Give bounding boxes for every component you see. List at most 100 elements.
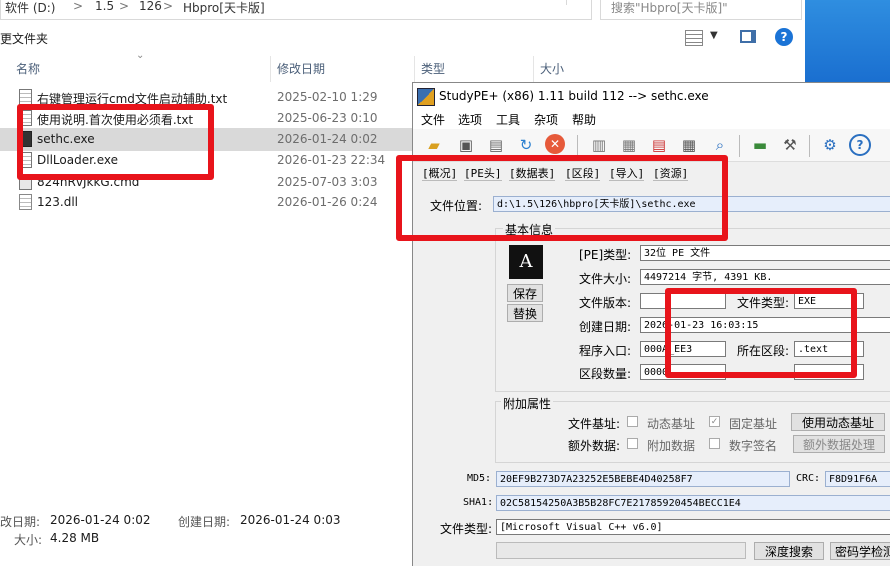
use-dynamic-base-button[interactable]: 使用动态基址 <box>791 413 885 431</box>
annotation-highlight-type-section <box>665 288 857 378</box>
address-separator: > <box>119 0 130 13</box>
save-icon[interactable]: ▣ <box>455 134 477 156</box>
chevron-down-icon[interactable]: ▼ <box>710 30 718 41</box>
document-icon[interactable]: ▦ <box>618 134 640 156</box>
compiler-label: 文件类型: <box>440 522 493 536</box>
dll-file-icon <box>19 194 32 210</box>
extra-data-label: 额外数据: <box>568 439 621 453</box>
file-size-label: 文件大小: <box>579 272 632 286</box>
details-created-value: 2026-01-24 0:03 <box>240 513 341 527</box>
toolbar-separator <box>739 135 740 157</box>
digital-sign-label: 数字签名 <box>729 439 778 453</box>
refresh-icon[interactable]: ↻ <box>515 134 537 156</box>
window-title: StudyPE+ (x86) 1.11 build 112 --> sethc.… <box>439 89 709 103</box>
close-icon[interactable]: ✕ <box>545 134 565 154</box>
column-divider[interactable] <box>270 56 271 82</box>
file-date: 2026-01-26 0:24 <box>277 195 378 209</box>
image-icon[interactable]: ▤ <box>648 134 670 156</box>
pe-logo-icon: A <box>509 245 543 279</box>
pe-type-field[interactable]: 32位 PE 文件 <box>640 245 890 261</box>
address-folder-1[interactable]: 1.5 <box>95 0 114 13</box>
column-header-size[interactable]: 大小 <box>540 60 564 77</box>
address-bar[interactable]: 软件 (D:) > 1.5 > 126 > Hbpro[天卡版] ↻ <box>0 0 592 20</box>
details-modified-value: 2026-01-24 0:02 <box>50 513 151 527</box>
md5-field[interactable]: 20EF9B273D7A23252E5BEBE4D40258F7 <box>496 471 790 487</box>
fixed-base-checkbox[interactable]: ✓ <box>709 416 720 427</box>
tools-icon[interactable]: ⚒ <box>779 134 801 156</box>
column-header-name[interactable]: 名称 <box>16 60 40 77</box>
app-icon <box>417 88 435 106</box>
help-icon[interactable]: ? <box>849 134 871 156</box>
search-input[interactable]: 搜索"Hbpro[天卡版]" <box>600 0 802 20</box>
extra-attributes-label: 附加属性 <box>501 395 554 412</box>
file-size-field[interactable]: 4497214 字节, 4391 KB. <box>640 269 890 285</box>
append-data-checkbox[interactable] <box>627 438 638 449</box>
help-icon[interactable]: ? <box>775 28 793 46</box>
menu-tools[interactable]: 工具 <box>496 111 520 128</box>
save-button[interactable]: 保存 <box>507 284 543 302</box>
column-header-date[interactable]: 修改日期 <box>277 60 325 77</box>
details-size-value: 4.28 MB <box>50 531 100 545</box>
view-details-icon[interactable] <box>685 30 703 46</box>
gear-icon[interactable]: ⚙ <box>819 134 841 156</box>
calculator-icon[interactable]: ▦ <box>678 134 700 156</box>
file-date: 2025-02-10 1:29 <box>277 90 378 104</box>
toolbar-separator <box>809 135 810 157</box>
address-separator: > <box>73 0 84 13</box>
dynamic-base-checkbox[interactable] <box>627 416 638 427</box>
md5-label: MD5: <box>467 473 492 484</box>
dynamic-base-label: 动态基址 <box>647 417 696 431</box>
menu-file[interactable]: 文件 <box>421 111 445 128</box>
crc-label: CRC: <box>796 473 821 484</box>
menu-bar: 文件 选项 工具 杂项 帮助 <box>413 109 890 129</box>
address-separator: > <box>163 0 174 13</box>
database-icon[interactable]: ▥ <box>588 134 610 156</box>
search-placeholder: 搜索"Hbpro[天卡版]" <box>611 1 728 15</box>
window-icon[interactable]: ▤ <box>485 134 507 156</box>
file-date: 2025-06-23 0:10 <box>277 111 378 125</box>
crypto-detect-button[interactable]: 密码学检测 <box>830 542 890 560</box>
replace-button[interactable]: 替换 <box>507 304 543 322</box>
address-folder-3[interactable]: Hbpro[天卡版] <box>183 0 265 16</box>
address-folder-2[interactable]: 126 <box>139 0 162 13</box>
section-count-label: 区段数量: <box>579 367 632 381</box>
progress-bar <box>496 542 746 559</box>
file-row[interactable]: 123.dll 2026-01-26 0:24 <box>0 191 412 214</box>
sha1-field[interactable]: 02C58154250A3B5B28FC7E21785920454BECC1E4 <box>496 495 890 511</box>
sort-chevron-icon: ⌄ <box>136 50 145 61</box>
annotation-highlight-file-location <box>396 155 728 241</box>
column-divider[interactable] <box>414 56 415 82</box>
file-date: 2025-07-03 3:03 <box>277 175 378 189</box>
append-data-label: 附加数据 <box>647 439 696 453</box>
toolbar-separator <box>577 135 578 157</box>
menu-options[interactable]: 选项 <box>458 111 482 128</box>
column-header-type[interactable]: 类型 <box>421 60 445 77</box>
open-folder-icon[interactable]: ▰ <box>423 134 445 156</box>
new-folder-label[interactable]: 更文件夹 <box>0 30 48 47</box>
refresh-icon[interactable]: ↻ <box>566 0 591 5</box>
file-base-label: 文件基址: <box>568 417 621 431</box>
menu-misc[interactable]: 杂项 <box>534 111 558 128</box>
monitor-icon[interactable]: ▬ <box>749 134 771 156</box>
details-size-label: 大小: <box>14 533 43 547</box>
file-name: 123.dll <box>37 195 79 209</box>
file-date: 2026-01-24 0:02 <box>277 132 378 146</box>
menu-help[interactable]: 帮助 <box>572 111 596 128</box>
compiler-field[interactable]: [Microsoft Visual C++ v6.0] <box>496 519 890 535</box>
text-file-icon <box>19 89 32 105</box>
desktop-background <box>805 0 890 82</box>
pe-type-label: [PE]类型: <box>579 248 632 262</box>
deep-search-button[interactable]: 深度搜索 <box>754 542 824 560</box>
create-date-label: 创建日期: <box>579 320 632 334</box>
extra-data-process-button[interactable]: 额外数据处理 <box>793 435 885 453</box>
address-drive[interactable]: 软件 (D:) <box>5 0 55 16</box>
details-created-label: 创建日期: <box>178 515 231 529</box>
title-bar[interactable]: StudyPE+ (x86) 1.11 build 112 --> sethc.… <box>413 83 890 109</box>
annotation-highlight-files <box>17 104 214 180</box>
crc-field[interactable]: F8D91F6A <box>825 471 890 487</box>
preview-pane-icon[interactable] <box>740 30 756 43</box>
sha1-label: SHA1: <box>463 497 494 508</box>
column-divider[interactable] <box>533 56 534 82</box>
digital-sign-checkbox[interactable] <box>709 438 720 449</box>
search-icon[interactable]: ⌕ <box>709 134 731 156</box>
